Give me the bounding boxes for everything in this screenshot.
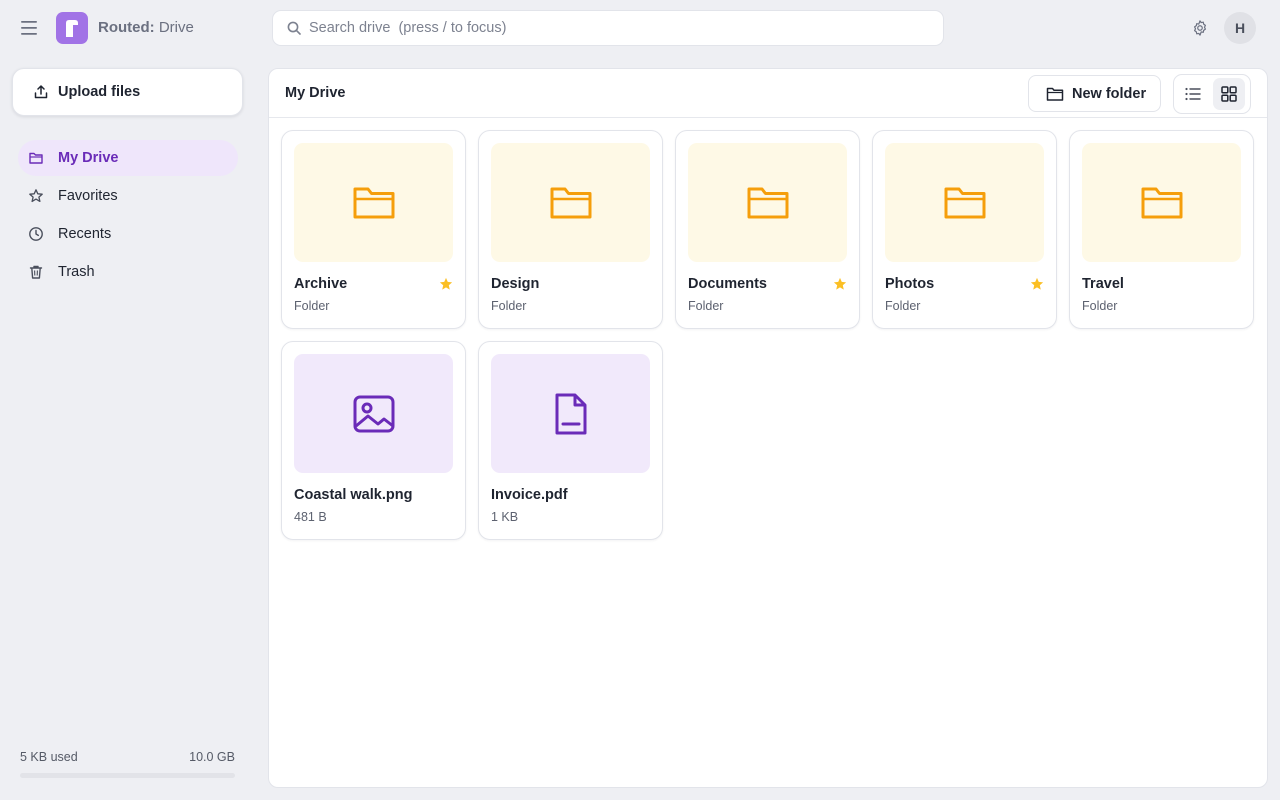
sidebar-item-trash[interactable]: Trash bbox=[18, 254, 238, 290]
folder-icon bbox=[944, 187, 985, 218]
upload-files-button[interactable]: Upload files bbox=[12, 68, 243, 116]
sidebar-nav: My Drive Favorites Recents Trash bbox=[18, 140, 238, 292]
folder-icon bbox=[29, 152, 43, 164]
logo-r-icon bbox=[66, 20, 78, 37]
item-meta: 1 KB bbox=[491, 510, 519, 524]
storage-usage: 5 KB used 10.0 GB bbox=[20, 750, 235, 778]
folder-icon bbox=[353, 187, 394, 218]
item-name: Documents bbox=[688, 276, 767, 292]
folder-card-documents[interactable]: Documents Folder bbox=[675, 130, 860, 329]
folder-icon bbox=[1141, 187, 1182, 218]
item-meta: Folder bbox=[491, 299, 527, 313]
new-folder-button[interactable]: New folder bbox=[1028, 75, 1161, 112]
star-icon bbox=[29, 189, 43, 203]
sidebar-item-my-drive[interactable]: My Drive bbox=[18, 140, 238, 176]
app-name: Drive bbox=[158, 19, 194, 36]
file-card-invoice[interactable]: Invoice.pdf 1 KB bbox=[478, 341, 663, 540]
folder-card-archive[interactable]: Archive Folder bbox=[281, 130, 466, 329]
menu-button[interactable] bbox=[14, 12, 46, 44]
item-meta: Folder bbox=[294, 299, 330, 313]
folder-icon bbox=[550, 187, 591, 218]
document-icon bbox=[555, 393, 586, 434]
folder-thumbnail bbox=[885, 143, 1044, 262]
clock-icon bbox=[29, 227, 43, 241]
list-view-button[interactable] bbox=[1177, 78, 1209, 110]
starred-icon[interactable] bbox=[1030, 277, 1044, 291]
folder-icon bbox=[747, 187, 788, 218]
item-name: Archive bbox=[294, 276, 348, 292]
file-thumbnail bbox=[491, 354, 650, 473]
item-name: Travel bbox=[1082, 276, 1124, 292]
hamburger-icon bbox=[21, 21, 37, 35]
page-title: My Drive bbox=[285, 85, 346, 101]
list-icon bbox=[1185, 87, 1201, 101]
item-meta: Folder bbox=[688, 299, 724, 313]
app-title: Routed: Drive bbox=[98, 18, 194, 38]
file-thumbnail bbox=[294, 354, 453, 473]
trash-icon bbox=[29, 265, 43, 279]
upload-icon bbox=[34, 85, 48, 99]
item-name: Invoice.pdf bbox=[491, 487, 568, 503]
sidebar-item-label: Favorites bbox=[58, 188, 118, 204]
folder-thumbnail bbox=[491, 143, 650, 262]
settings-button[interactable] bbox=[1186, 14, 1214, 42]
new-folder-label: New folder bbox=[1072, 85, 1147, 102]
file-card-coastal-walk[interactable]: Coastal walk.png 481 B bbox=[281, 341, 466, 540]
avatar[interactable]: H bbox=[1224, 12, 1256, 44]
search-icon bbox=[287, 21, 301, 35]
grid-icon bbox=[1221, 86, 1237, 102]
folder-outline-icon bbox=[1046, 87, 1064, 101]
image-icon bbox=[353, 395, 394, 432]
search-input[interactable] bbox=[309, 20, 909, 36]
sidebar-item-label: My Drive bbox=[58, 150, 119, 166]
storage-total: 10.0 GB bbox=[189, 750, 235, 764]
storage-used: 5 KB used bbox=[20, 750, 78, 764]
file-grid: Archive Folder Design Folder Documents F… bbox=[281, 130, 1254, 540]
sidebar-item-label: Recents bbox=[58, 226, 112, 242]
folder-thumbnail bbox=[1082, 143, 1241, 262]
sidebar-item-label: Trash bbox=[58, 264, 95, 280]
grid-view-button[interactable] bbox=[1213, 78, 1245, 110]
item-name: Photos bbox=[885, 276, 935, 292]
folder-thumbnail bbox=[294, 143, 453, 262]
app-brand: Routed: bbox=[98, 19, 155, 36]
item-meta: 481 B bbox=[294, 510, 327, 524]
item-meta: Folder bbox=[885, 299, 921, 313]
storage-progress-bar bbox=[20, 773, 235, 778]
sidebar-item-favorites[interactable]: Favorites bbox=[18, 178, 238, 214]
folder-thumbnail bbox=[688, 143, 847, 262]
item-meta: Folder bbox=[1082, 299, 1118, 313]
folder-card-travel[interactable]: Travel Folder bbox=[1069, 130, 1254, 329]
search-bar[interactable] bbox=[272, 10, 944, 46]
starred-icon[interactable] bbox=[833, 277, 847, 291]
starred-icon[interactable] bbox=[439, 277, 453, 291]
main-panel: My Drive New folder Archive Folder Desig… bbox=[268, 68, 1268, 788]
upload-files-label: Upload files bbox=[58, 84, 141, 100]
folder-card-design[interactable]: Design Folder bbox=[478, 130, 663, 329]
panel-header: My Drive New folder bbox=[269, 69, 1267, 118]
view-toggle bbox=[1173, 74, 1251, 114]
gear-icon bbox=[1194, 20, 1206, 36]
app-logo bbox=[56, 12, 88, 44]
item-name: Coastal walk.png bbox=[294, 487, 413, 503]
sidebar-item-recents[interactable]: Recents bbox=[18, 216, 238, 252]
folder-card-photos[interactable]: Photos Folder bbox=[872, 130, 1057, 329]
item-name: Design bbox=[491, 276, 540, 292]
